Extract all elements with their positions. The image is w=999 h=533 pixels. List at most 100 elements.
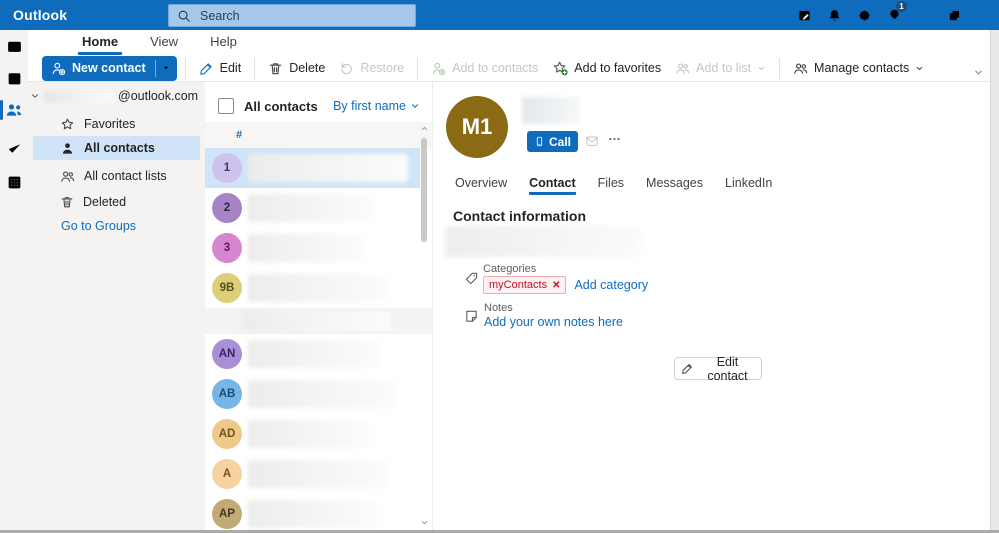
pencil-icon [681,362,694,375]
new-contact-button[interactable]: New contact [42,55,177,81]
redacted-contact-name [248,274,388,302]
hamburger-menu-icon[interactable] [34,31,60,53]
tab-overview[interactable]: Overview [455,176,507,195]
add-notes-link[interactable]: Add your own notes here [484,315,623,329]
trash-icon [268,61,283,76]
star-icon [60,117,75,132]
pencil-icon [199,61,214,76]
contact-list-item[interactable]: AN [205,334,420,374]
feedback-icon[interactable] [789,0,819,30]
add-to-favorites-label: Add to favorites [574,61,662,75]
categories-label: Categories [483,263,537,275]
new-contact-dropdown-chevron[interactable] [156,56,177,81]
calendar-icon[interactable] [0,66,28,90]
call-button[interactable]: Call [527,131,578,152]
new-contact-label: New contact [72,61,146,75]
contact-list-scrollbar[interactable] [419,122,430,531]
tips-badge: 1 [896,1,907,12]
tab-contact[interactable]: Contact [529,176,576,195]
account-expander-chevron[interactable] [30,91,40,101]
sort-dropdown[interactable]: By first name [333,99,420,113]
todo-check-icon[interactable] [0,136,28,160]
contact-avatar: AD [212,419,242,449]
scroll-up-icon[interactable] [420,124,429,133]
tips-lightbulb-icon[interactable]: 1 [879,0,909,30]
tab-messages[interactable]: Messages [646,176,703,195]
notes-label: Notes [484,302,513,314]
manage-contacts-button[interactable]: Manage contacts [786,56,931,81]
ribbon-toolbar: New contact Edit Delete Restore Add to c… [28,55,990,81]
edit-label: Edit [219,61,242,75]
people-icon[interactable] [0,98,28,122]
person-add-icon [51,61,66,76]
send-email-icon[interactable] [584,134,600,148]
add-to-list-button[interactable]: Add to list [668,56,773,81]
mail-icon[interactable] [0,34,28,58]
close-icon[interactable] [969,0,999,30]
call-label: Call [548,134,571,149]
tag-icon [464,271,479,286]
contact-list-item[interactable]: 3 [205,228,420,268]
sidebar-item-deleted[interactable]: Deleted [33,190,200,214]
sidebar-item-label: Favorites [84,117,136,131]
settings-gear-icon[interactable] [849,0,879,30]
tab-files[interactable]: Files [598,176,624,195]
sidebar-item-all-contact-lists[interactable]: All contact lists [33,164,200,188]
search-input[interactable] [198,7,372,24]
remove-category-icon[interactable]: ✕ [552,280,560,291]
more-actions-button[interactable]: … [608,128,622,143]
contact-detail-avatar: M1 [446,96,508,158]
contact-list-item[interactable]: AP [205,494,420,533]
people-list-icon [675,61,690,76]
app-logo[interactable]: Outlook [0,7,67,23]
tab-linkedin[interactable]: LinkedIn [725,176,772,195]
sidebar-item-favorites[interactable]: Favorites [33,112,200,136]
contact-list-item[interactable]: 2 [205,188,420,228]
contact-list-item[interactable]: 9B [205,268,420,308]
redacted-contact-name [248,420,370,448]
contact-avatar: AN [212,339,242,369]
add-to-contacts-button[interactable]: Add to contacts [424,56,545,81]
sidebar-item-all-contacts[interactable]: All contacts [33,136,200,160]
contact-list-item[interactable]: 1 [205,148,420,188]
redacted-contact-name [248,500,378,528]
ribbon-tab-home[interactable]: Home [78,34,123,55]
folders-sidebar: @outlook.com Favorites All contacts All … [28,82,205,533]
ribbon-tab-help[interactable]: Help [206,34,241,55]
edit-contact-button[interactable]: Edit contact [674,355,762,383]
contact-list-item[interactable]: AD [205,414,420,454]
section-title: Contact information [453,208,586,224]
restore-window-icon[interactable] [939,0,969,30]
redacted-contact-info [445,226,641,257]
category-chip-label: myContacts [489,279,548,291]
restore-button[interactable]: Restore [332,56,411,81]
account-header[interactable]: @outlook.com [30,89,198,103]
contact-list-item[interactable]: AB [205,374,420,414]
ribbon-collapse-chevron[interactable] [973,67,984,78]
apps-grid-icon[interactable] [0,170,28,194]
add-to-favorites-button[interactable]: Add to favorites [545,56,668,81]
notifications-bell-icon[interactable] [819,0,849,30]
add-to-list-label: Add to list [696,61,752,75]
ribbon-tab-row: Home View Help [28,30,990,55]
scroll-down-icon[interactable] [420,518,429,527]
person-add-icon [431,61,446,76]
app-nav-rail [0,30,28,533]
select-all-checkbox[interactable] [218,98,234,114]
add-category-link[interactable]: Add category [574,278,648,292]
account-domain: @outlook.com [118,89,199,103]
detail-tabs: Overview Contact Files Messages LinkedIn [455,176,772,195]
delete-button[interactable]: Delete [261,56,332,81]
sidebar-item-label: All contacts [84,141,155,155]
contact-list-item[interactable]: A [205,454,420,494]
sidebar-item-label: Deleted [83,195,127,209]
edit-button[interactable]: Edit [192,56,249,81]
add-to-contacts-label: Add to contacts [452,61,539,75]
category-chip[interactable]: myContacts ✕ [483,276,567,294]
sidebar-item-label: All contact lists [84,169,167,183]
go-to-groups-link[interactable]: Go to Groups [61,219,136,233]
ribbon-tab-view[interactable]: View [146,34,182,55]
scrollbar-thumb[interactable] [421,138,427,242]
search-box[interactable] [168,4,416,27]
minimize-icon[interactable] [909,0,939,30]
